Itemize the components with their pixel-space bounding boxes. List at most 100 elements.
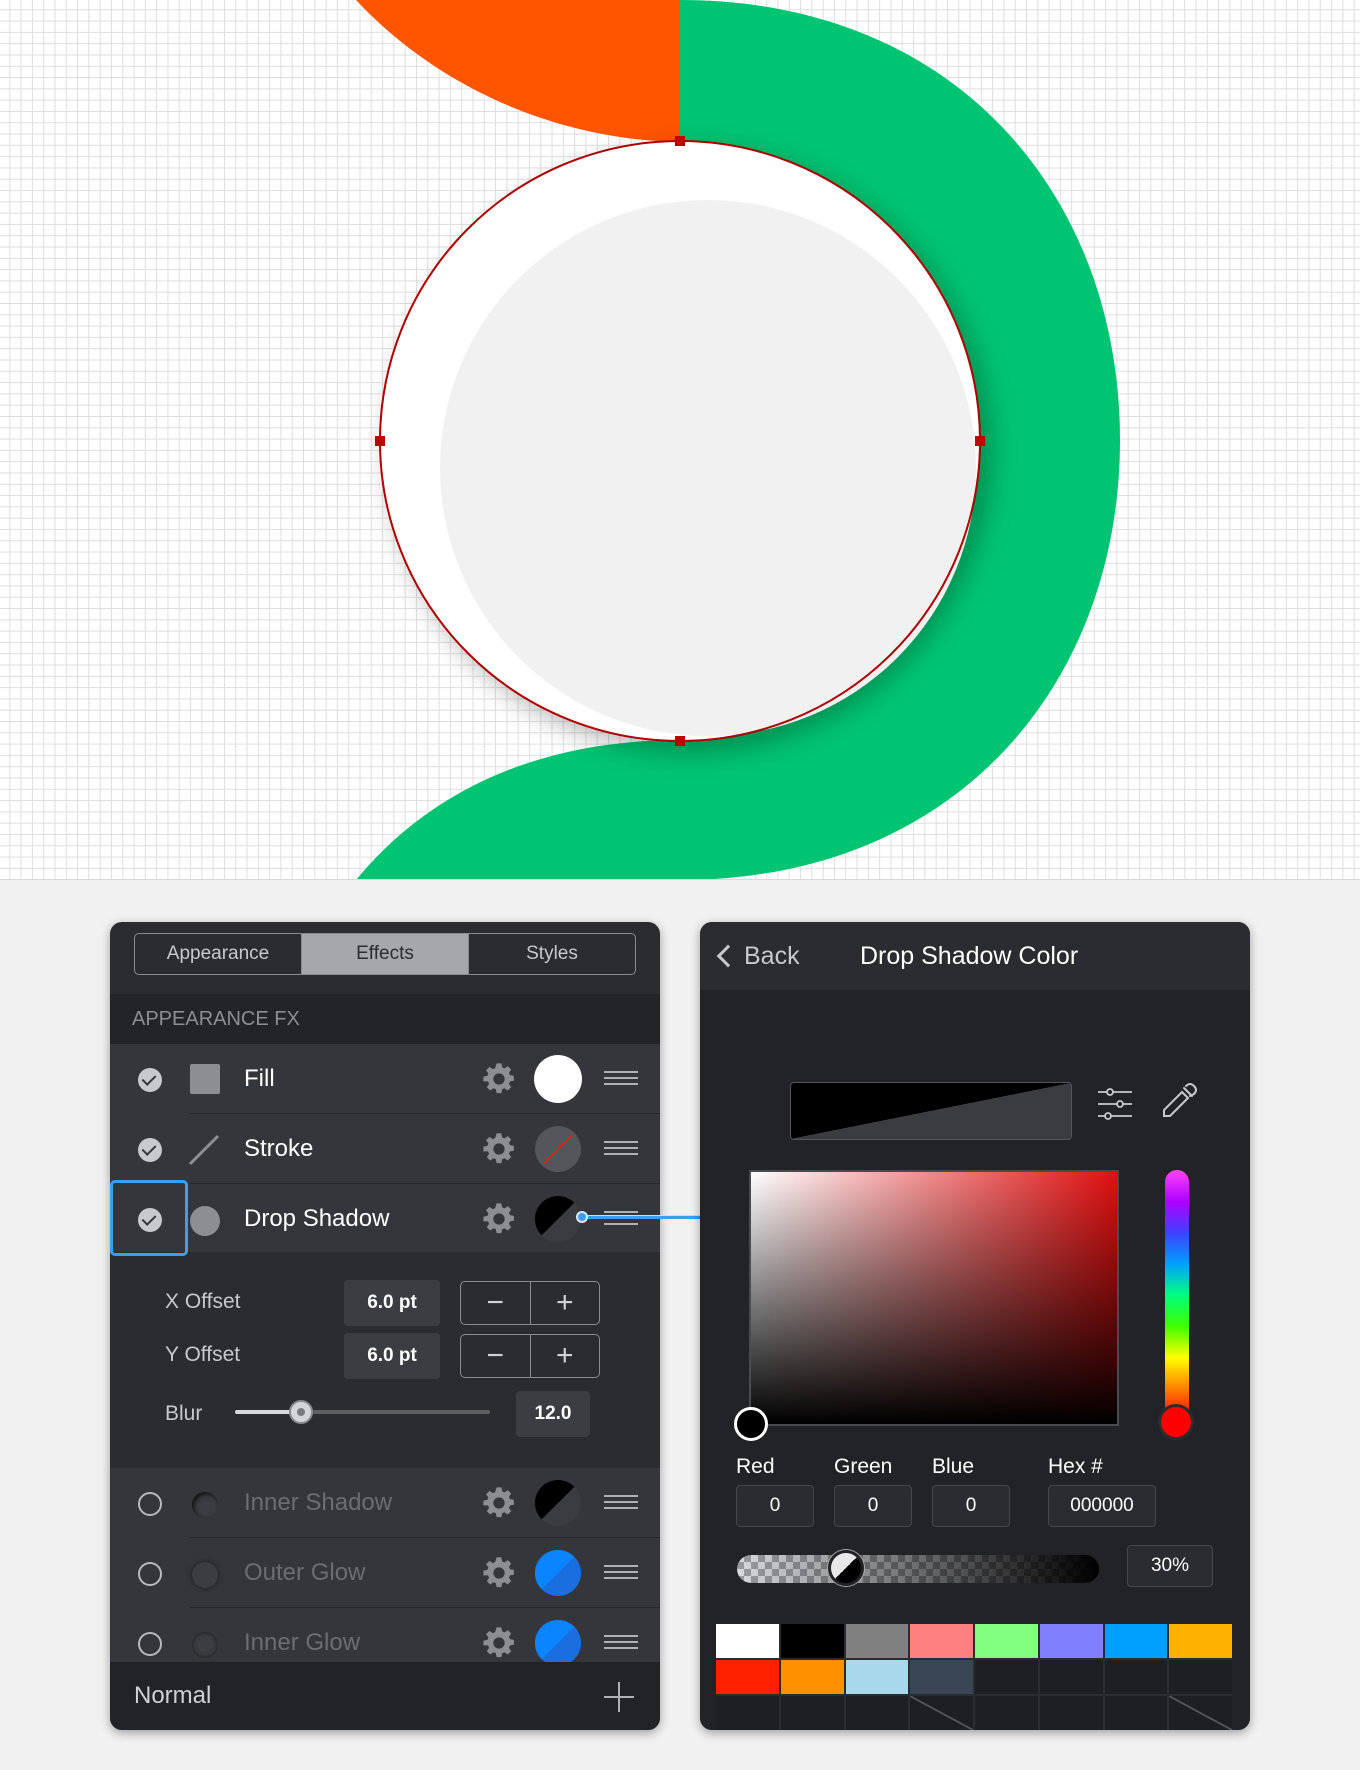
red-label: Red — [736, 1455, 775, 1478]
stroke-enabled-checkbox[interactable] — [138, 1138, 162, 1162]
blur-slider-track[interactable] — [235, 1410, 490, 1414]
palette-swatch[interactable] — [1039, 1624, 1103, 1658]
orange-shape[interactable] — [356, 0, 680, 142]
palette-swatch[interactable] — [1104, 1696, 1168, 1730]
blur-field[interactable]: 12.0 — [516, 1391, 590, 1437]
palette-swatch[interactable] — [780, 1624, 844, 1658]
drag-handle-icon[interactable] — [604, 1495, 638, 1509]
fx-row-inner-shadow[interactable]: Inner Shadow — [110, 1468, 660, 1538]
decrement-button[interactable]: − — [461, 1282, 531, 1324]
increment-button[interactable]: + — [531, 1282, 600, 1324]
artboard-canvas[interactable] — [0, 0, 1360, 880]
palette-swatch[interactable] — [975, 1624, 1038, 1658]
drop-shadow-color-swatch[interactable] — [534, 1195, 582, 1243]
palette-swatch[interactable] — [716, 1624, 779, 1658]
palette-swatch[interactable] — [1169, 1696, 1232, 1730]
back-label: Back — [744, 941, 800, 970]
anchor-point-right[interactable] — [975, 436, 985, 446]
saturation-value-area[interactable] — [749, 1170, 1119, 1426]
palette-swatch[interactable] — [975, 1660, 1038, 1694]
fx-label-inner-shadow: Inner Shadow — [244, 1489, 393, 1516]
palette-swatch[interactable] — [716, 1660, 779, 1694]
y-offset-field[interactable]: 6.0 pt — [344, 1333, 440, 1379]
tab-effects[interactable]: Effects — [302, 934, 469, 974]
add-effect-icon[interactable] — [604, 1682, 634, 1712]
gear-icon[interactable] — [482, 1062, 516, 1096]
x-offset-label: X Offset — [165, 1290, 241, 1313]
outer-glow-color-swatch[interactable] — [534, 1549, 582, 1597]
palette-swatch[interactable] — [780, 1696, 844, 1730]
opacity-slider-thumb[interactable] — [827, 1550, 864, 1586]
inner-shadow-enabled-checkbox[interactable] — [138, 1492, 162, 1516]
stroke-line-icon — [188, 1134, 220, 1166]
palette-swatch[interactable] — [910, 1624, 973, 1658]
opacity-field[interactable]: 30% — [1127, 1545, 1213, 1587]
circle-glow-icon — [192, 1632, 218, 1658]
palette-swatch[interactable] — [845, 1624, 909, 1658]
drag-handle-icon[interactable] — [604, 1141, 638, 1155]
drag-handle-icon[interactable] — [604, 1565, 638, 1579]
gear-icon[interactable] — [482, 1132, 516, 1166]
fx-label-fill: Fill — [244, 1065, 275, 1092]
fx-row-fill[interactable]: Fill — [110, 1044, 660, 1114]
gear-icon[interactable] — [482, 1202, 516, 1236]
blur-label: Blur — [165, 1402, 203, 1425]
hue-slider-thumb[interactable] — [1158, 1404, 1194, 1440]
palette-swatch[interactable] — [910, 1660, 973, 1694]
fill-enabled-checkbox[interactable] — [138, 1068, 162, 1092]
palette-swatch[interactable] — [1104, 1624, 1168, 1658]
palette-swatch[interactable] — [1169, 1660, 1232, 1694]
connector-dot — [576, 1211, 588, 1223]
hex-label: Hex # — [1048, 1455, 1103, 1478]
blend-mode-selector[interactable]: Normal — [134, 1682, 211, 1710]
anchor-point-top[interactable] — [675, 136, 685, 146]
palette-swatch[interactable] — [1039, 1696, 1103, 1730]
palette-swatch[interactable] — [716, 1696, 779, 1730]
anchor-point-left[interactable] — [375, 436, 385, 446]
palette-swatch[interactable] — [780, 1660, 844, 1694]
x-offset-stepper: − + — [460, 1281, 600, 1325]
palette-swatch[interactable] — [1039, 1660, 1103, 1694]
x-offset-field[interactable]: 6.0 pt — [344, 1280, 440, 1326]
palette-swatch[interactable] — [845, 1660, 909, 1694]
decrement-button[interactable]: − — [461, 1335, 531, 1377]
palette-swatch[interactable] — [1169, 1624, 1232, 1658]
circle-shadow-icon — [190, 1206, 220, 1236]
color-preview — [790, 1082, 1072, 1140]
gear-icon[interactable] — [482, 1486, 516, 1520]
increment-button[interactable]: + — [531, 1335, 600, 1377]
stroke-color-swatch[interactable] — [534, 1125, 582, 1173]
tab-styles[interactable]: Styles — [469, 934, 635, 974]
eyedropper-icon[interactable] — [1160, 1082, 1198, 1120]
back-button[interactable]: Back — [712, 922, 800, 990]
opacity-slider[interactable] — [737, 1555, 1099, 1583]
color-picker-panel: Back Drop Shadow Color Red Green Blue He… — [700, 922, 1250, 1730]
palette-swatch[interactable] — [975, 1696, 1038, 1730]
inner-shadow-color-swatch[interactable] — [534, 1479, 582, 1527]
palette-swatch[interactable] — [910, 1696, 973, 1730]
palette-swatch[interactable] — [1104, 1660, 1168, 1694]
tab-appearance[interactable]: Appearance — [135, 934, 302, 974]
inner-glow-color-swatch[interactable] — [534, 1619, 582, 1667]
blend-mode-footer: Normal — [110, 1662, 660, 1730]
drag-handle-icon[interactable] — [604, 1635, 638, 1649]
saturation-value-cursor[interactable] — [734, 1407, 768, 1441]
blue-field[interactable]: 0 — [932, 1485, 1010, 1527]
blur-slider-thumb[interactable] — [289, 1400, 314, 1424]
anchor-point-bottom[interactable] — [675, 736, 685, 746]
hex-field[interactable]: 000000 — [1048, 1485, 1156, 1527]
fx-row-stroke[interactable]: Stroke — [110, 1114, 660, 1184]
sliders-icon[interactable] — [1096, 1086, 1134, 1124]
red-field[interactable]: 0 — [736, 1485, 814, 1527]
inner-glow-enabled-checkbox[interactable] — [138, 1632, 162, 1656]
drag-handle-icon[interactable] — [604, 1071, 638, 1085]
fill-color-swatch[interactable] — [534, 1055, 582, 1103]
outer-glow-enabled-checkbox[interactable] — [138, 1562, 162, 1586]
gear-icon[interactable] — [482, 1556, 516, 1590]
hue-slider[interactable] — [1165, 1170, 1189, 1420]
fx-row-outer-glow[interactable]: Outer Glow — [110, 1538, 660, 1608]
checkbox-highlight — [110, 1180, 188, 1256]
palette-swatch[interactable] — [845, 1696, 909, 1730]
green-field[interactable]: 0 — [834, 1485, 912, 1527]
gear-icon[interactable] — [482, 1626, 516, 1660]
